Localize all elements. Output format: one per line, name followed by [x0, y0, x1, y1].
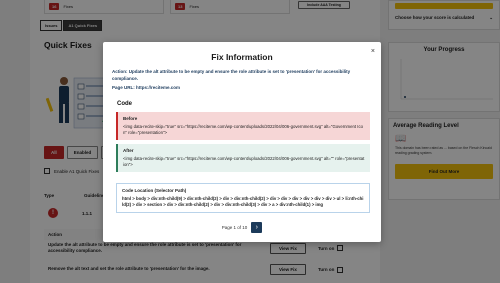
next-page-button[interactable]: ›: [251, 222, 263, 233]
pagination: Page 1 of 10 ›: [103, 222, 381, 233]
page-url: Page URL: https://reciteme.com: [112, 85, 181, 90]
before-label: Before: [123, 116, 138, 121]
after-code-box: After <img data-recite-skip="true" src="…: [116, 144, 370, 172]
before-code: <img data-recite-skip="true" src="https:…: [123, 124, 364, 136]
selector-path: html > body > div:nth-child(9) > div:nth…: [122, 196, 364, 208]
page-indicator: Page 1 of 10: [221, 225, 248, 230]
chevron-right-icon: ›: [255, 224, 258, 231]
code-heading: Code: [117, 101, 132, 107]
code-location-box: Code Location (Selector Path) html > bod…: [116, 183, 370, 213]
before-code-box: Before <img data-recite-skip="true" src=…: [116, 112, 370, 140]
after-code: <img data-recite-skip="true" src="https:…: [123, 156, 365, 168]
modal-title: Fix Information: [211, 52, 273, 62]
action-description: Action: Update the alt attribute to be e…: [112, 69, 351, 81]
code-location-label: Code Location (Selector Path): [122, 188, 187, 193]
fix-information-modal: × Fix Information Action: Update the alt…: [103, 42, 381, 242]
after-label: After: [123, 148, 134, 153]
